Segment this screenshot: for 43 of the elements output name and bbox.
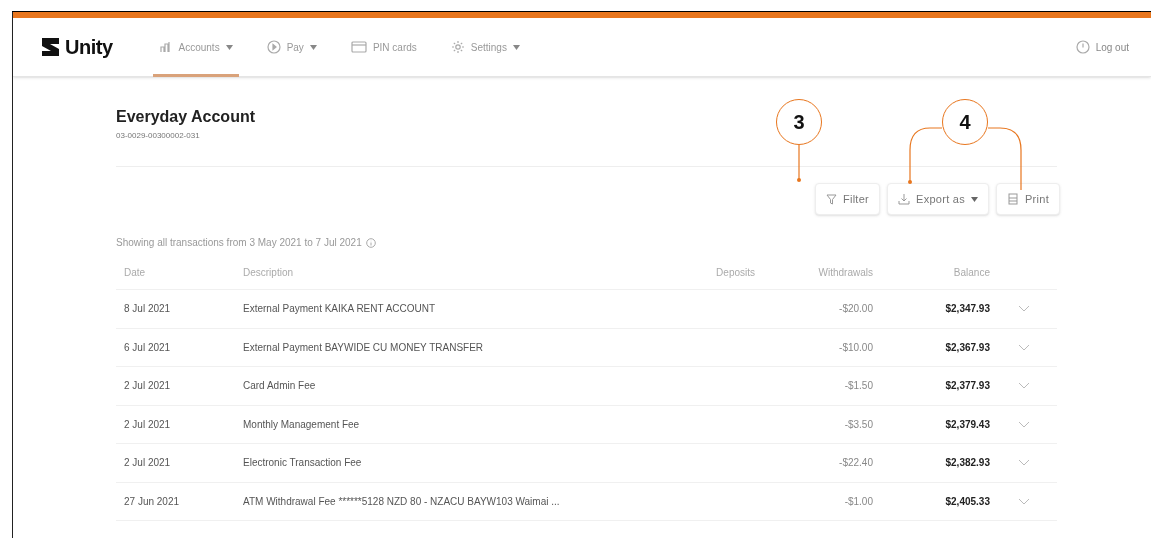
column-header: Deposits xyxy=(716,267,755,278)
table-cell: External Payment KAIKA RENT ACCOUNT xyxy=(243,303,436,315)
table-cell: Monthly Management Fee xyxy=(243,418,360,430)
table-cell: -$1.00 xyxy=(844,495,873,507)
toolbar-button[interactable]: Print xyxy=(996,183,1060,215)
table-cell: $2,347.93 xyxy=(945,303,990,315)
column-header: Description xyxy=(243,267,294,278)
table-cell: ATM Withdrawal Fee ******5128 NZD 80 - NZACU BAYW103 Waimai ... xyxy=(243,495,560,507)
table-cell: -$22.40 xyxy=(839,457,873,469)
table-cell: -$1.50 xyxy=(844,380,873,392)
nav-item[interactable]: PIN cards xyxy=(344,17,423,77)
table-cell: -$3.50 xyxy=(844,418,873,430)
nav-item[interactable]: Settings xyxy=(444,17,526,77)
table-cell: $2,379.43 xyxy=(945,418,990,430)
brand-name: Unity xyxy=(65,35,113,60)
table-cell: 2 Jul 2021 xyxy=(124,457,171,469)
table-cell: 2 Jul 2021 xyxy=(124,380,171,392)
nav-item[interactable]: Pay xyxy=(260,17,323,77)
column-header: Date xyxy=(124,267,146,278)
table-cell: -$10.00 xyxy=(839,341,873,353)
table-cell: $2,382.93 xyxy=(945,457,990,469)
table-cell: External Payment BAYWIDE CU MONEY TRANSFER xyxy=(243,341,484,353)
table-cell: $2,405.33 xyxy=(945,495,990,507)
toolbar-button[interactable]: Export as xyxy=(887,183,989,215)
table-cell: -$20.00 xyxy=(839,303,873,315)
table-cell: $2,377.93 xyxy=(945,380,990,392)
account-number: 03-0029-00300002-031 xyxy=(116,130,200,142)
table-cell: 6 Jul 2021 xyxy=(124,341,171,353)
summary-text: Showing all transactions from 3 May 2021 to 7 Jul 2021 xyxy=(116,236,362,250)
table-cell: Card Admin Fee xyxy=(243,380,316,392)
table-cell: Electronic Transaction Fee xyxy=(243,457,362,469)
table-cell: 2 Jul 2021 xyxy=(124,418,171,430)
table-cell: $2,367.93 xyxy=(945,341,990,353)
callout-marker: 4 xyxy=(942,99,988,145)
logout-button[interactable]: Log out xyxy=(1075,39,1129,55)
nav-item[interactable]: Accounts xyxy=(152,17,239,77)
table-cell: 27 Jun 2021 xyxy=(124,495,180,507)
callout-marker: 3 xyxy=(776,99,822,145)
column-header: Balance xyxy=(953,267,990,278)
column-header: Withdrawals xyxy=(818,267,873,278)
toolbar-button[interactable]: Filter xyxy=(814,183,881,215)
account-title: Everyday Account xyxy=(116,107,255,127)
table-cell: 8 Jul 2021 xyxy=(124,303,171,315)
